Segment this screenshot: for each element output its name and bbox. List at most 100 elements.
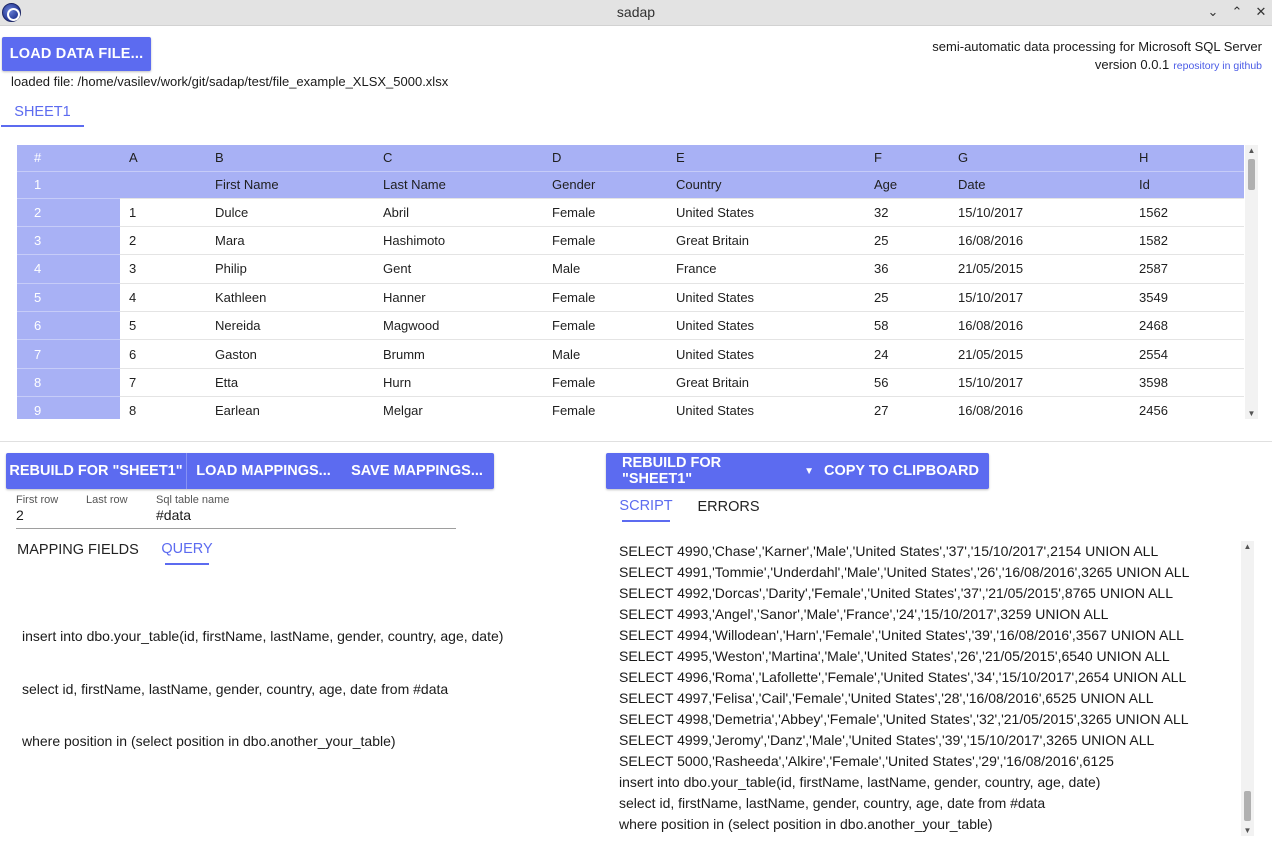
grid-cell[interactable]: 25 xyxy=(874,226,958,256)
grid-cell[interactable]: First Name xyxy=(215,171,383,199)
last-row-input[interactable] xyxy=(86,507,146,525)
grid-cell[interactable]: 5 xyxy=(120,311,215,341)
grid-cell[interactable]: Great Britain xyxy=(676,368,874,398)
grid-cell[interactable]: H xyxy=(1139,145,1244,172)
grid-cell[interactable]: 1562 xyxy=(1139,198,1244,227)
grid-cell[interactable]: 6 xyxy=(120,339,215,369)
scrollbar-thumb[interactable] xyxy=(1244,791,1251,821)
grid-cell[interactable]: 2 xyxy=(120,226,215,256)
grid-cell[interactable]: 2468 xyxy=(1139,311,1244,341)
grid-cell[interactable]: 21/05/2015 xyxy=(958,254,1139,284)
rebuild-script-button[interactable]: REBUILD FOR "SHEET1" ▼ xyxy=(606,453,814,489)
grid-cell[interactable]: Hanner xyxy=(383,283,552,313)
grid-cell[interactable]: 56 xyxy=(874,368,958,398)
grid-cell[interactable]: F xyxy=(874,145,958,172)
grid-cell[interactable]: Male xyxy=(552,339,676,369)
grid-cell[interactable] xyxy=(120,171,215,199)
grid-cell[interactable]: 2554 xyxy=(1139,339,1244,369)
grid-cell[interactable]: Last Name xyxy=(383,171,552,199)
grid-cell[interactable]: 15/10/2017 xyxy=(958,368,1139,398)
grid-cell[interactable]: France xyxy=(676,254,874,284)
grid-cell[interactable]: 3549 xyxy=(1139,283,1244,313)
grid-cell[interactable]: 15/10/2017 xyxy=(958,198,1139,227)
tab-errors[interactable]: ERRORS xyxy=(697,492,759,522)
grid-cell[interactable]: B xyxy=(215,145,383,172)
maximize-icon[interactable]: ⌃ xyxy=(1228,3,1246,21)
row-number-cell[interactable]: 7 xyxy=(17,339,120,369)
grid-cell[interactable]: 36 xyxy=(874,254,958,284)
grid-cell[interactable]: 7 xyxy=(120,368,215,398)
grid-cell[interactable]: Date xyxy=(958,171,1139,199)
grid-cell[interactable]: Female xyxy=(552,311,676,341)
grid-cell[interactable]: D xyxy=(552,145,676,172)
grid-cell[interactable]: 3598 xyxy=(1139,368,1244,398)
grid-cell[interactable]: E xyxy=(676,145,874,172)
grid-cell[interactable]: Magwood xyxy=(383,311,552,341)
grid-cell[interactable]: Philip xyxy=(215,254,383,284)
grid-cell[interactable]: 8 xyxy=(120,396,215,419)
load-mappings-button[interactable]: LOAD MAPPINGS... xyxy=(187,453,340,489)
grid-cell[interactable]: 1 xyxy=(120,198,215,227)
row-number-cell[interactable]: 1 xyxy=(17,171,120,199)
grid-cell[interactable]: 58 xyxy=(874,311,958,341)
grid-cell[interactable]: Male xyxy=(552,254,676,284)
grid-cell[interactable]: Female xyxy=(552,198,676,227)
grid-cell[interactable]: Kathleen xyxy=(215,283,383,313)
grid-cell[interactable]: 16/08/2016 xyxy=(958,226,1139,256)
grid-cell[interactable]: Brumm xyxy=(383,339,552,369)
grid-cell[interactable]: United States xyxy=(676,396,874,419)
grid-cell[interactable]: Age xyxy=(874,171,958,199)
repository-link[interactable]: repository in github xyxy=(1173,60,1262,72)
grid-cell[interactable]: Id xyxy=(1139,171,1244,199)
row-number-cell[interactable]: 6 xyxy=(17,311,120,341)
grid-cell[interactable]: Mara xyxy=(215,226,383,256)
rebuild-button[interactable]: REBUILD FOR "SHEET1" xyxy=(6,453,186,489)
grid-scrollbar[interactable]: ▲ ▼ xyxy=(1245,145,1258,419)
grid-cell[interactable]: United States xyxy=(676,283,874,313)
grid-cell[interactable]: C xyxy=(383,145,552,172)
grid-cell[interactable]: 3 xyxy=(120,254,215,284)
grid-cell[interactable]: Abril xyxy=(383,198,552,227)
grid-cell[interactable]: 15/10/2017 xyxy=(958,283,1139,313)
grid-cell[interactable]: Gender xyxy=(552,171,676,199)
grid-cell[interactable]: 2587 xyxy=(1139,254,1244,284)
grid-cell[interactable]: Earlean xyxy=(215,396,383,419)
grid-cell[interactable]: A xyxy=(120,145,215,172)
grid-cell[interactable]: United States xyxy=(676,339,874,369)
scroll-up-icon[interactable]: ▲ xyxy=(1241,542,1254,551)
tab-query[interactable]: QUERY xyxy=(161,535,213,565)
tab-script[interactable]: SCRIPT xyxy=(619,492,673,522)
grid-cell[interactable]: Country xyxy=(676,171,874,199)
load-data-file-button[interactable]: LOAD DATA FILE... xyxy=(2,37,151,71)
scrollbar-thumb[interactable] xyxy=(1248,159,1255,190)
row-number-cell[interactable]: 8 xyxy=(17,368,120,398)
grid-cell[interactable]: Hashimoto xyxy=(383,226,552,256)
close-icon[interactable]: ✕ xyxy=(1252,3,1270,21)
grid-cell[interactable]: Female xyxy=(552,396,676,419)
save-mappings-button[interactable]: SAVE MAPPINGS... xyxy=(340,453,494,489)
row-number-cell[interactable]: 5 xyxy=(17,283,120,313)
row-number-cell[interactable]: # xyxy=(17,145,120,172)
dropdown-arrow-icon[interactable]: ▼ xyxy=(804,466,814,477)
query-editor[interactable]: insert into dbo.your_table(id, firstName… xyxy=(22,593,503,768)
grid-cell[interactable]: 1582 xyxy=(1139,226,1244,256)
grid-cell[interactable]: 21/05/2015 xyxy=(958,339,1139,369)
grid-cell[interactable]: Female xyxy=(552,283,676,313)
tab-sheet1[interactable]: SHEET1 xyxy=(1,98,84,127)
grid-cell[interactable]: Gaston xyxy=(215,339,383,369)
grid-cell[interactable]: 25 xyxy=(874,283,958,313)
grid-cell[interactable]: Melgar xyxy=(383,396,552,419)
row-number-cell[interactable]: 4 xyxy=(17,254,120,284)
grid-cell[interactable]: United States xyxy=(676,311,874,341)
grid-cell[interactable]: Nereida xyxy=(215,311,383,341)
grid-cell[interactable]: 2456 xyxy=(1139,396,1244,419)
script-scrollbar[interactable]: ▲ ▼ xyxy=(1241,541,1254,836)
grid-cell[interactable]: Female xyxy=(552,226,676,256)
grid-cell[interactable]: Hurn xyxy=(383,368,552,398)
grid-cell[interactable]: G xyxy=(958,145,1139,172)
tab-mapping-fields[interactable]: MAPPING FIELDS xyxy=(15,535,141,565)
scroll-down-icon[interactable]: ▼ xyxy=(1241,826,1254,835)
sql-table-name-input[interactable]: #data xyxy=(156,507,191,523)
grid-cell[interactable]: Female xyxy=(552,368,676,398)
row-number-cell[interactable]: 2 xyxy=(17,198,120,227)
